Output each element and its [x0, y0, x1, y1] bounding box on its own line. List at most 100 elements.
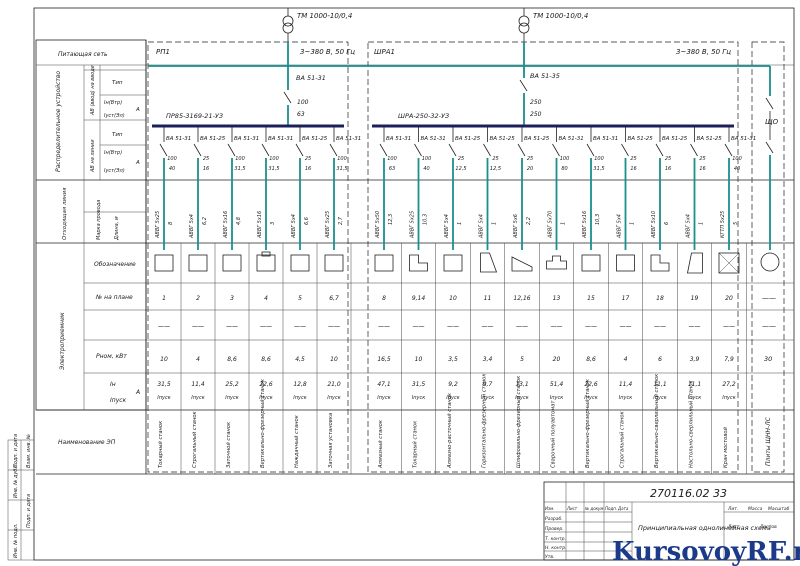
label-plan-no: № на плане	[95, 294, 133, 301]
label-name: Наименование ЭП	[58, 439, 116, 446]
rp1-symbol-3	[222, 254, 242, 272]
shra1-supply: 3~380 В, 50 Гц	[676, 48, 731, 56]
shra1-feeder-10	[690, 126, 698, 250]
shra1-rating-top-4: 25	[492, 156, 498, 162]
rp1-feeder-5	[295, 126, 304, 250]
shra1-name-2: Токарный станок	[413, 420, 419, 468]
title-col-3: № докум.	[584, 506, 605, 511]
shra1-symbol-1	[374, 254, 394, 272]
shu-name: ЩО	[765, 118, 779, 126]
shra1-name-10: Настольно-сверлильный станок	[689, 379, 695, 468]
shra1-dash-2: ——	[413, 323, 425, 330]
rp1-rating-top: 100	[297, 99, 309, 106]
rp1-name-3: Заточной станок	[226, 421, 232, 468]
rp1-breaker-6: ВА 51-31	[336, 136, 361, 142]
side-stamp: Подп. и дата Инв. № дубл. Взам. инв. № П…	[7, 434, 35, 561]
shra1-rating-bottom-1: 63	[389, 166, 395, 172]
shra1-inom-3: 9,2	[448, 381, 458, 388]
rp1-rating-bottom-5: 16	[305, 166, 311, 172]
shra1-inom-11: 27,2	[722, 381, 736, 388]
shra1-cabinet: ШРА-250-32-УЗ	[398, 112, 449, 120]
rp1-name-2: Строгальный станок	[192, 410, 198, 468]
label-inom-2: Iн(Втр)	[104, 150, 122, 156]
shra1-rating-bottom-4: 12,5	[490, 166, 501, 172]
shra1-dash-10: ——	[689, 323, 701, 330]
shra1-length-4: 1	[492, 222, 498, 225]
lighting-dash: ——	[762, 322, 776, 330]
shra1-breaker-5: ВА 51-25	[524, 136, 550, 142]
side-stamp-5: Инв. № подл.	[13, 524, 19, 559]
rp1-rating-bottom-3: 31,5	[234, 166, 245, 172]
shra1-length-6: 1	[561, 222, 567, 225]
rp1-plan-4: 4	[264, 295, 268, 302]
label-unit-1: А	[135, 107, 140, 113]
label-type-1: Тип	[112, 80, 123, 86]
sheet-label-5: Листов	[759, 524, 777, 530]
shra1-symbol-9	[650, 254, 670, 272]
rp1-input-breaker: ВА 51-31 100 63 ПР85-3169-21-УЗ	[166, 66, 326, 126]
shra1-cable-10: АВВГ 5х4	[686, 214, 692, 239]
single-line-diagram: Подп. и дата Инв. № дубл. Взам. инв. № П…	[7, 7, 800, 566]
shra1-feeder-9	[655, 126, 664, 250]
shra1-plan-10: 19	[691, 295, 699, 302]
label-feeder-line: Отходящая линия	[62, 187, 68, 240]
shra1-dash-3: ——	[447, 323, 459, 330]
shra1-dash-5: ——	[516, 323, 528, 330]
shra1-cable-7: АВВГ 5х16	[582, 211, 588, 239]
rp1-inom-6: 21,0	[327, 381, 341, 388]
shra1-plan-2: 9,14	[412, 295, 426, 302]
title-row-4: Н. контр.	[545, 545, 567, 551]
shra1-rating-top-1: 100	[387, 156, 397, 162]
shra1-istart-11: Iпуск	[722, 395, 735, 401]
shra1-input-breaker: ВА 51-35 250 250 ШРА-250-32-УЗ	[398, 66, 560, 126]
rp1-symbol-5	[290, 254, 310, 272]
rp1-cable-5: АВВГ 5х4	[291, 214, 297, 239]
rp1-plan-1: 1	[162, 295, 166, 302]
rp1-breaker-2: ВА 51-25	[200, 136, 226, 142]
rp1-power-4: 8,6	[261, 356, 271, 363]
shra1-dash-6: ——	[551, 323, 563, 330]
rp1-istart-2: Iпуск	[191, 395, 204, 401]
rp1-name-1: Токарный станок	[158, 420, 164, 468]
shra1-plan-7: 15	[587, 295, 595, 302]
shra1-power-2: 10	[415, 356, 423, 363]
rp1-plan-3: 3	[230, 295, 234, 302]
shra1-feeder-3	[448, 126, 457, 250]
shra1-dash-8: ——	[620, 323, 632, 330]
shra1-rating-bottom: 250	[530, 111, 542, 118]
shra1-length-11: 5	[733, 222, 739, 225]
title-row-3: Т. контр.	[545, 536, 566, 542]
title-col-4: Подп.	[605, 506, 617, 511]
rp1-istart-5: Iпуск	[293, 395, 306, 401]
shra1-name-4: Горизонтально-фрезерный станок	[482, 373, 488, 468]
shra1-rating-top-8: 25	[630, 156, 636, 162]
shra1-length-3: 1	[457, 222, 463, 225]
rp1-name-5: Наждачный станок	[294, 414, 300, 468]
transformer-2-label: ТМ 1000-10/0,4	[533, 12, 588, 20]
rp1-plan-2: 2	[196, 295, 200, 302]
lighting-power: 30	[764, 355, 772, 363]
label-unit-2: А	[135, 160, 140, 166]
rp1-feeder-1	[159, 126, 168, 250]
shra1-length-5: 2,2	[526, 217, 532, 225]
shra1-plan-9: 18	[656, 295, 664, 302]
shra1-rating-bottom-10: 16	[699, 166, 705, 172]
shra1-dash-9: ——	[654, 323, 666, 330]
rp1-rating-bottom-4: 31,5	[268, 166, 279, 172]
rp1-feeder-4	[261, 126, 270, 250]
shra1-feeder-7	[586, 126, 595, 250]
rp1-istart-1: Iпуск	[157, 395, 170, 401]
shra1-cable-8: АВВГ 5х4	[617, 214, 623, 239]
label-istart: Iпуск	[110, 397, 127, 404]
shra1-dash-7: ——	[585, 323, 597, 330]
shra1-feeder-2	[414, 126, 422, 250]
shra1-istart-2: Iпуск	[412, 395, 425, 401]
shra1-power-3: 3,5	[448, 356, 458, 363]
shra1-cable-1: АВВГ 5х50	[375, 211, 381, 239]
shra1-power-9: 6	[658, 356, 662, 363]
rp1-power-1: 10	[160, 356, 168, 363]
rp1-length-6: 2,7	[338, 216, 344, 225]
shra1-rating-bottom-6: 80	[561, 166, 567, 172]
shra1-cable-11: КГТП 5х25	[720, 211, 726, 238]
shra1-plan-8: 17	[622, 295, 630, 302]
